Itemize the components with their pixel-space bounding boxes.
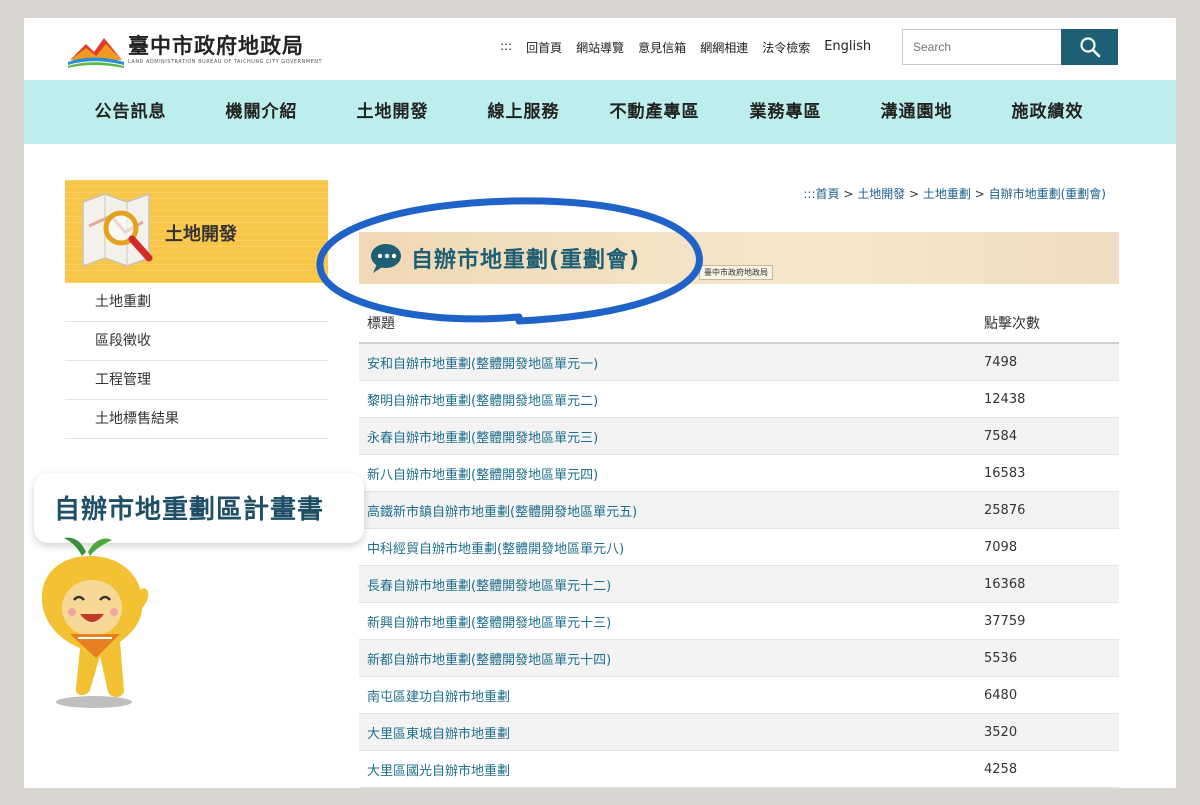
row-title-link[interactable]: 長春自辦市地重劃(整體開發地區單元十二): [359, 575, 976, 594]
page: 臺中市政府地政局 LAND ADMINISTRATION BUREAU OF T…: [24, 18, 1176, 788]
nav-item-real-estate[interactable]: 不動產專區: [589, 80, 720, 144]
row-title-link[interactable]: 新興自辦市地重劃(整體開發地區單元十三): [359, 612, 976, 631]
search-button[interactable]: [1061, 29, 1118, 65]
row-title-link[interactable]: 黎明自辦市地重劃(整體開發地區單元二): [359, 390, 976, 409]
nav-item-performance[interactable]: 施政績效: [982, 80, 1113, 144]
home-link[interactable]: 回首頁: [526, 39, 562, 56]
table-row: 新八自辦市地重劃(整體開發地區單元四) 16583: [359, 455, 1119, 492]
breadcrumb-accesskey[interactable]: :::: [803, 187, 815, 201]
table-row: 新都自辦市地重劃(整體開發地區單元十四) 5536: [359, 640, 1119, 677]
header-clicks: 點擊次數: [984, 316, 1040, 332]
annotation-note-text: 自辦市地重劃區計畫書: [54, 495, 325, 525]
sidebar-item-land-readjustment[interactable]: 土地重劃: [65, 283, 328, 322]
related-links-link[interactable]: 網網相連: [700, 39, 748, 56]
row-title-link[interactable]: 永春自辦市地重劃(整體開發地區單元三): [359, 427, 976, 446]
nav-item-online-services[interactable]: 線上服務: [458, 80, 589, 144]
site-logo[interactable]: 臺中市政府地政局 LAND ADMINISTRATION BUREAU OF T…: [66, 30, 322, 70]
row-clicks: 5536: [984, 650, 1018, 666]
row-title-link[interactable]: 大里區東城自辦市地重劃: [359, 723, 976, 742]
search-icon: [1079, 37, 1100, 58]
top-bar: 臺中市政府地政局 LAND ADMINISTRATION BUREAU OF T…: [24, 18, 1176, 80]
accesskey-link[interactable]: :::: [500, 39, 512, 56]
mascot-icon: [41, 537, 149, 708]
table-row: 南屯區建功自辦市地重劃 6480: [359, 677, 1119, 714]
table-row: 安和自辦市地重劃(整體開發地區單元一) 7498: [359, 344, 1119, 381]
row-clicks: 37759: [984, 613, 1026, 629]
breadcrumb: :::首頁 > 土地開發 > 土地重劃 > 自辦市地重劃(重劃會): [803, 187, 1106, 201]
nav-item-communication[interactable]: 溝通園地: [851, 80, 982, 144]
row-clicks: 12438: [984, 391, 1026, 407]
row-clicks: 16368: [984, 576, 1026, 592]
row-title-link[interactable]: 南屯區建功自辦市地重劃: [359, 686, 976, 705]
logo-title: 臺中市政府地政局: [128, 33, 304, 58]
row-clicks: 25876: [984, 502, 1026, 518]
row-clicks: 7098: [984, 539, 1018, 555]
table-row: 黎明自辦市地重劃(整體開發地區單元二) 12438: [359, 381, 1119, 418]
nav-item-land-development[interactable]: 土地開發: [327, 80, 458, 144]
row-clicks: 16583: [984, 465, 1026, 481]
row-clicks: 7584: [984, 428, 1018, 444]
search-box: [902, 29, 1118, 65]
row-title-link[interactable]: 新都自辦市地重劃(整體開發地區單元十四): [359, 649, 976, 668]
row-title-link[interactable]: 大里區國光自辦市地重劃: [359, 760, 976, 779]
nav-item-business[interactable]: 業務專區: [720, 80, 851, 144]
breadcrumb-land-development[interactable]: 土地開發: [857, 187, 905, 201]
nav-item-announcements[interactable]: 公告訊息: [65, 80, 196, 144]
search-input[interactable]: [903, 30, 1073, 64]
row-clicks: 7498: [984, 354, 1018, 370]
table-row: 中科經貿自辦市地重劃(整體開發地區單元八) 7098: [359, 529, 1119, 566]
table-row: 大里區國光自辦市地重劃 4258: [359, 751, 1119, 788]
sidebar-item-zone-expropriation[interactable]: 區段徵收: [65, 322, 328, 361]
law-search-link[interactable]: 法令檢索: [762, 39, 810, 56]
row-title-link[interactable]: 安和自辦市地重劃(整體開發地區單元一): [359, 353, 976, 372]
sidebar-item-engineering[interactable]: 工程管理: [65, 361, 328, 400]
logo-subtitle: LAND ADMINISTRATION BUREAU OF TAICHUNG C…: [128, 59, 323, 65]
row-clicks: 3520: [984, 724, 1018, 740]
sidebar-title: 土地開發: [165, 224, 237, 245]
row-title-link[interactable]: 新八自辦市地重劃(整體開發地區單元四): [359, 464, 976, 483]
top-links: ::: 回首頁 網站導覽 意見信箱 網網相連 法令檢索 English: [500, 39, 871, 56]
row-title-link[interactable]: 高鐵新市鎮自辦市地重劃(整體開發地區單元五): [359, 501, 976, 520]
table-row: 永春自辦市地重劃(整體開發地區單元三) 7584: [359, 418, 1119, 455]
sitemap-link[interactable]: 網站導覽: [576, 39, 624, 56]
feedback-link[interactable]: 意見信箱: [638, 39, 686, 56]
sidebar-header: 土地開發: [65, 180, 328, 283]
english-link[interactable]: English: [824, 39, 871, 56]
breadcrumb-home[interactable]: 首頁: [816, 187, 840, 201]
table-row: 長春自辦市地重劃(整體開發地區單元十二) 16368: [359, 566, 1119, 603]
map-magnifier-icon: [82, 192, 153, 268]
table-row: 新興自辦市地重劃(整體開發地區單元十三) 37759: [359, 603, 1119, 640]
row-clicks: 6480: [984, 687, 1018, 703]
main-nav: 公告訊息 機關介紹 土地開發 線上服務 不動產專區 業務專區 溝通園地 施政績效: [24, 80, 1176, 144]
table-row: 高鐵新市鎮自辦市地重劃(整體開發地區單元五) 25876: [359, 492, 1119, 529]
readjustment-table: 標題 點擊次數 安和自辦市地重劃(整體開發地區單元一) 7498 黎明自辦市地重劃…: [359, 304, 1119, 788]
breadcrumb-current[interactable]: 自辦市地重劃(重劃會): [989, 187, 1106, 201]
row-title-link[interactable]: 中科經貿自辦市地重劃(整體開發地區單元八): [359, 538, 976, 557]
nav-item-about[interactable]: 機關介紹: [196, 80, 327, 144]
logo-mark-icon: [68, 38, 124, 68]
row-clicks: 4258: [984, 761, 1018, 777]
table-body: 安和自辦市地重劃(整體開發地區單元一) 7498 黎明自辦市地重劃(整體開發地區單…: [359, 344, 1119, 788]
breadcrumb-land-readjustment[interactable]: 土地重劃: [923, 187, 971, 201]
highlight-ellipse: [316, 197, 703, 325]
sidebar-menu: 土地重劃 區段徵收 工程管理 土地標售結果: [65, 283, 328, 439]
sidebar-item-land-auction[interactable]: 土地標售結果: [65, 400, 328, 439]
table-row: 大里區東城自辦市地重劃 3520: [359, 714, 1119, 751]
